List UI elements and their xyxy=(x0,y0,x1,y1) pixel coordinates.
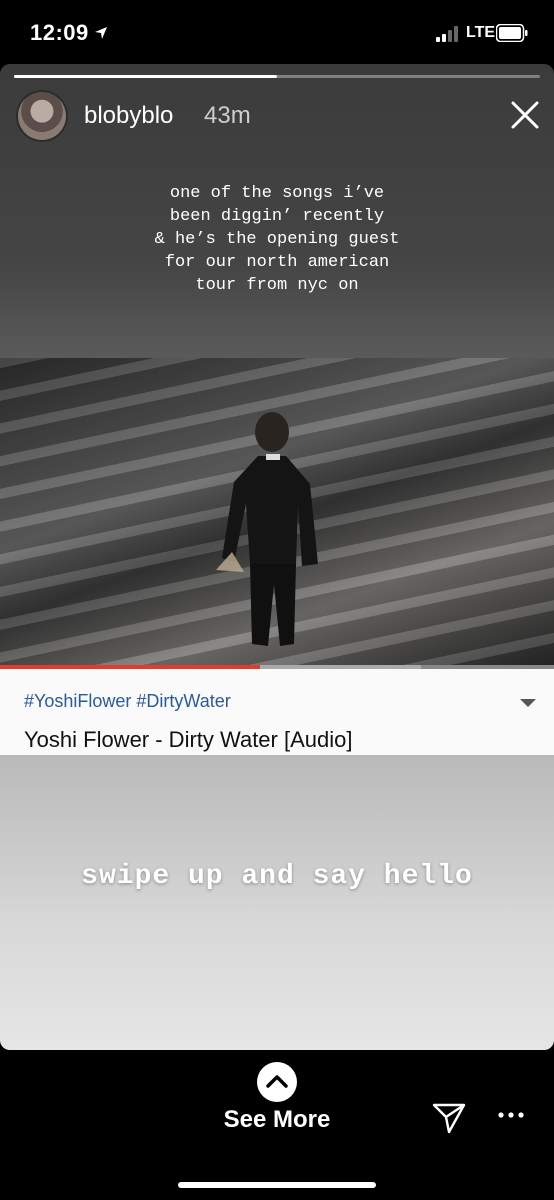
location-arrow-icon xyxy=(95,27,107,39)
home-indicator[interactable] xyxy=(178,1182,376,1188)
avatar[interactable] xyxy=(18,92,66,140)
story-lower-area: swipe up and say hello xyxy=(0,755,554,1050)
link-preview-card[interactable]: #YoshiFlower #DirtyWater Yoshi Flower - … xyxy=(0,669,554,755)
story-timestamp: 43m xyxy=(204,102,251,129)
status-time: 12:09 xyxy=(30,20,89,45)
story-username[interactable]: blobyblo xyxy=(84,102,173,130)
person-figure xyxy=(216,412,318,646)
chevron-down-icon[interactable] xyxy=(520,699,536,707)
video-title[interactable]: Yoshi Flower - Dirty Water [Audio] xyxy=(24,727,352,753)
network-type: LTE xyxy=(466,24,496,41)
video-thumbnail[interactable] xyxy=(0,358,554,665)
story-view[interactable]: blobyblo 43m one of the songs i’ve been … xyxy=(0,64,554,1050)
story-progress-bar xyxy=(14,75,540,78)
battery-icon xyxy=(496,24,528,42)
status-bar: 12:09 LTE xyxy=(0,0,554,62)
send-icon[interactable] xyxy=(432,1102,466,1134)
see-more-button[interactable]: See More xyxy=(196,1060,358,1140)
swipe-up-text: swipe up and say hello xyxy=(81,861,473,892)
close-icon[interactable] xyxy=(510,100,540,130)
story-caption: one of the songs i’ve been diggin’ recen… xyxy=(154,184,400,295)
signal-icon xyxy=(436,26,458,42)
story-progress-fill xyxy=(14,75,277,78)
video-hashtags[interactable]: #YoshiFlower #DirtyWater xyxy=(24,691,231,712)
see-more-label[interactable]: See More xyxy=(196,1106,358,1134)
more-icon[interactable] xyxy=(498,1108,524,1122)
chevron-up-icon[interactable] xyxy=(257,1062,297,1102)
